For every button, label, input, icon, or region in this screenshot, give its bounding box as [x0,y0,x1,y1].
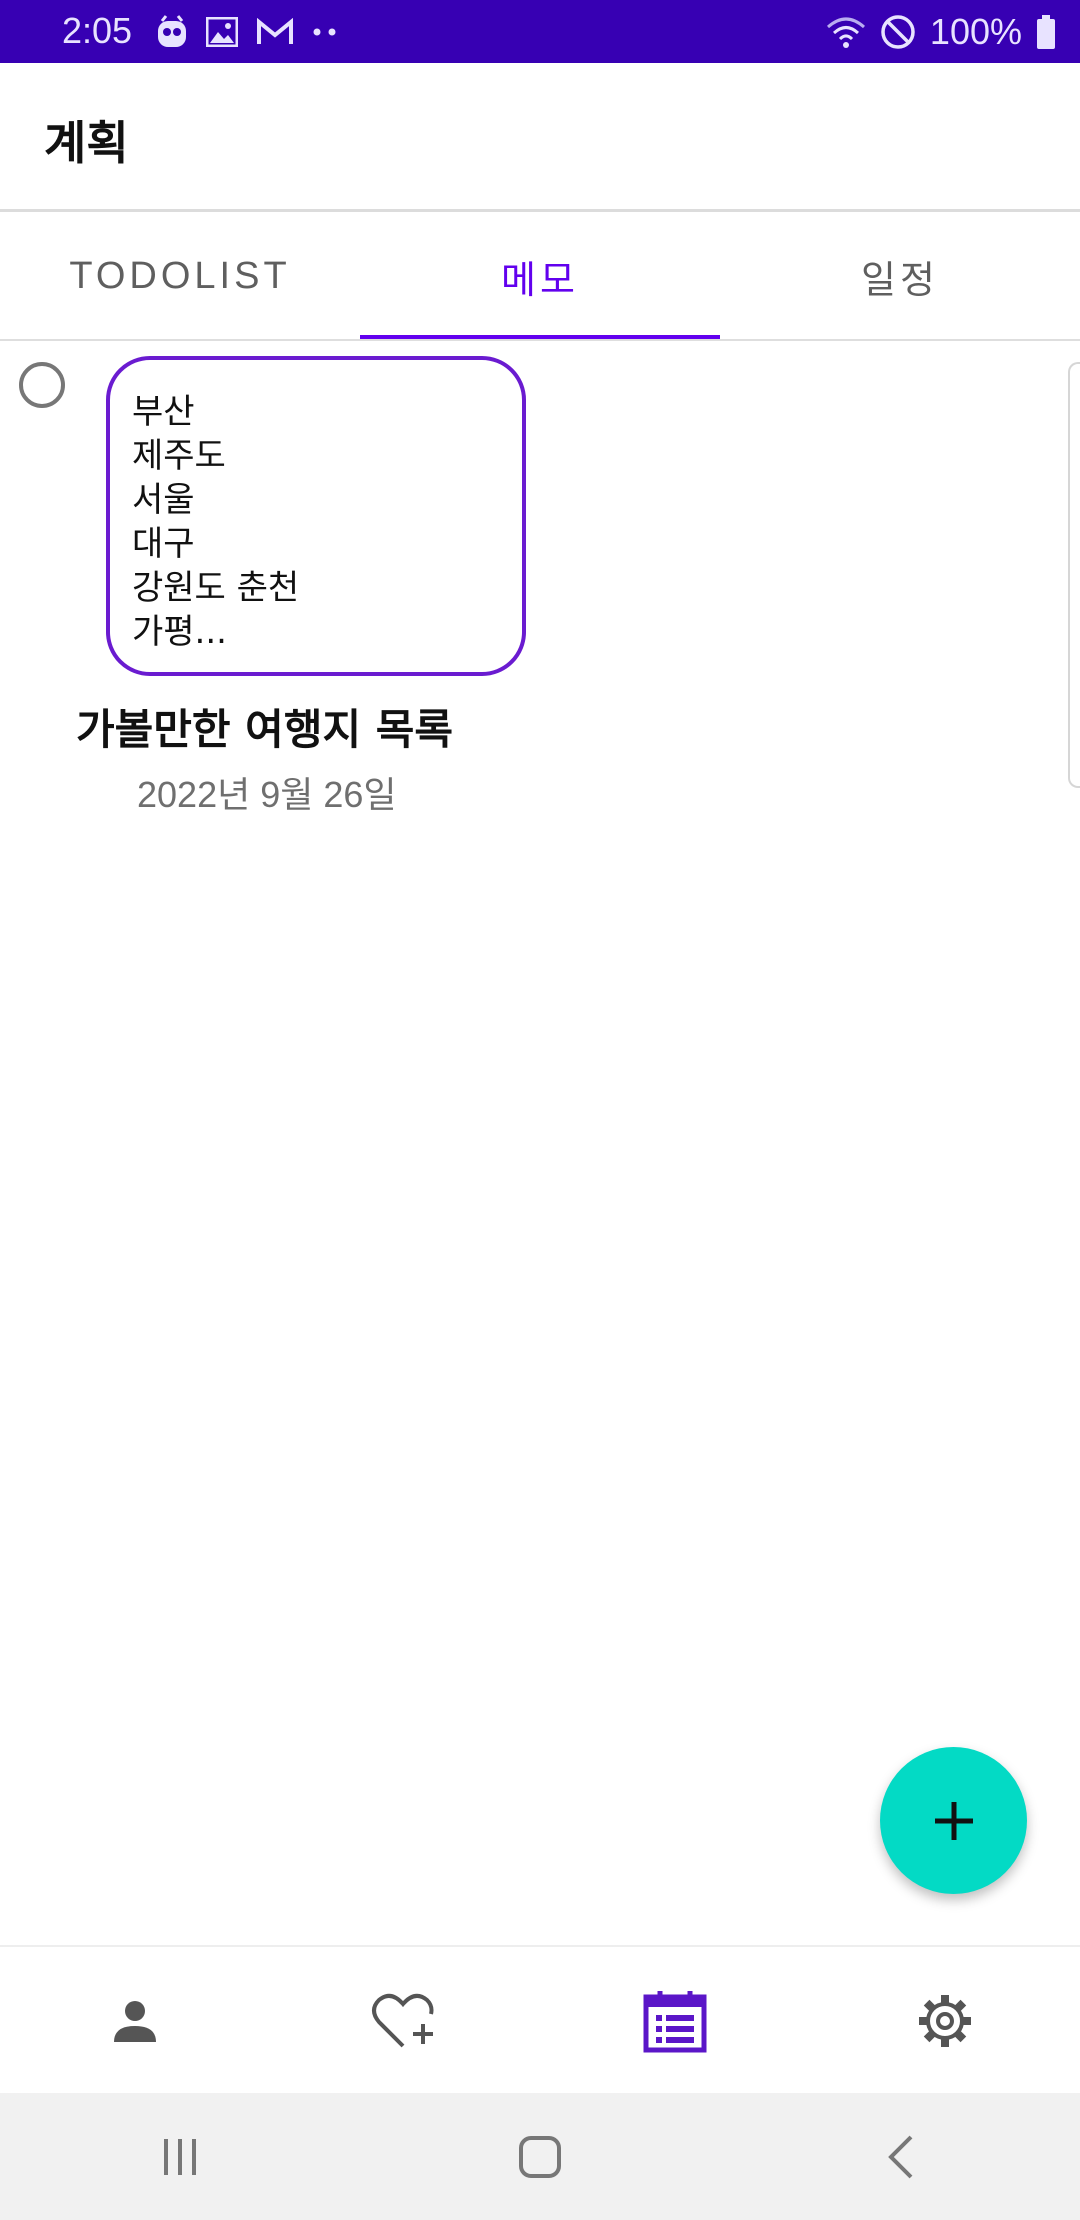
next-card-edge [1068,362,1080,788]
person-icon [114,2001,156,2042]
gmail-icon [257,18,293,44]
tab-schedule[interactable]: 일정 [720,212,1080,340]
memo-card[interactable]: 부산 제주도 서울 대구 강원도 춘천 가평... [106,356,526,676]
memo-preview-line: 강원도 춘천 [132,568,300,608]
status-bar: 2:05 100% [0,0,1080,63]
battery-icon [1037,15,1055,49]
bottom-navigation [0,1945,1080,2095]
recent-apps-button[interactable] [0,2093,360,2220]
app-notification-icon [158,15,186,47]
memo-title[interactable]: 가볼만한 여행지 목록 [76,696,453,757]
image-icon [206,17,238,47]
calendar-list-icon [643,1991,707,2053]
memo-preview-line: 부산 [132,392,195,432]
memo-date: 2022년 9월 26일 [137,774,397,815]
gear-icon [919,1995,971,2047]
nav-item-settings[interactable] [810,1947,1080,2095]
wifi-icon [826,17,865,48]
system-navigation [0,2093,1080,2220]
tab-label: 메모 [501,259,579,302]
memo-preview-line: 가평... [132,612,227,652]
nav-item-plans[interactable] [540,1947,810,2095]
home-icon [519,2135,561,2178]
tab-todolist[interactable]: TODOLIST [0,212,360,340]
tab-bar: TODOLIST 메모 일정 [0,212,1080,340]
nav-item-profile[interactable] [0,1947,270,2095]
app-bar: 계획 [0,63,1080,211]
tab-label: TODOLIST [69,254,291,297]
memo-preview-line: 대구 [132,524,195,564]
status-time: 2:05 [62,10,133,51]
memo-select-radio[interactable] [19,362,65,408]
memo-preview-line: 제주도 [132,436,226,476]
back-button[interactable] [720,2093,1080,2220]
home-button[interactable] [360,2093,720,2220]
do-not-disturb-icon [881,15,915,49]
nav-item-favorites[interactable] [270,1947,540,2095]
tab-memo[interactable]: 메모 [360,212,720,340]
divider [0,339,1080,341]
memo-preview-line: 서울 [132,480,195,520]
add-button[interactable] [880,1747,1027,1894]
plus-icon [934,1801,973,1840]
battery-percent: 100% [929,11,1022,52]
tab-label: 일정 [861,259,939,302]
more-dots-icon [313,28,336,36]
back-icon [888,2135,913,2178]
page-title: 계획 [44,116,129,170]
heart-plus-icon [372,1993,434,2048]
recent-apps-icon [164,2138,196,2175]
